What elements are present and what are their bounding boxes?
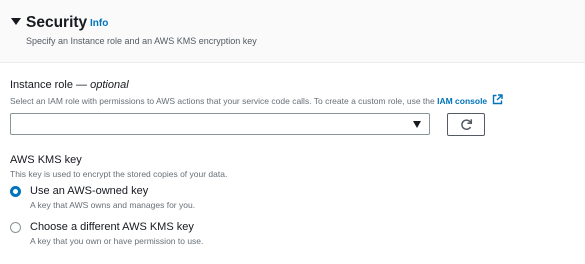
caret-down-icon[interactable] xyxy=(11,18,21,25)
instance-role-select[interactable] xyxy=(10,113,430,135)
section-header[interactable]: Security Info Specify an Instance role a… xyxy=(0,0,585,63)
option-aws-owned-key-description: A key that AWS owns and manages for you. xyxy=(30,200,196,210)
kms-key-label: AWS KMS key xyxy=(10,154,82,166)
radio-aws-owned-key[interactable] xyxy=(10,186,21,197)
option-aws-owned-key-label[interactable]: Use an AWS-owned key xyxy=(30,184,148,198)
dropdown-arrow-icon xyxy=(413,121,421,128)
refresh-icon xyxy=(461,119,473,131)
info-link[interactable]: Info xyxy=(90,17,108,31)
optional-marker: — optional xyxy=(76,79,129,91)
option-different-kms-key-description: A key that you own or have permission to… xyxy=(30,236,204,246)
instance-role-label: Instance role — optional xyxy=(10,78,129,92)
instance-role-help-text: Select an IAM role with permissions to A… xyxy=(10,96,435,106)
section-description: Specify an Instance role and an AWS KMS … xyxy=(26,36,257,46)
kms-key-help: This key is used to encrypt the stored c… xyxy=(10,169,228,179)
radio-different-kms-key[interactable] xyxy=(10,222,21,233)
instance-role-label-text: Instance role xyxy=(10,79,73,91)
instance-role-help: Select an IAM role with permissions to A… xyxy=(10,94,503,107)
iam-console-link[interactable]: IAM console xyxy=(437,96,487,106)
refresh-button[interactable] xyxy=(447,113,485,136)
external-link-icon[interactable] xyxy=(492,94,503,105)
option-different-kms-key-label[interactable]: Choose a different AWS KMS key xyxy=(30,220,194,234)
section-title: Security xyxy=(26,14,88,31)
